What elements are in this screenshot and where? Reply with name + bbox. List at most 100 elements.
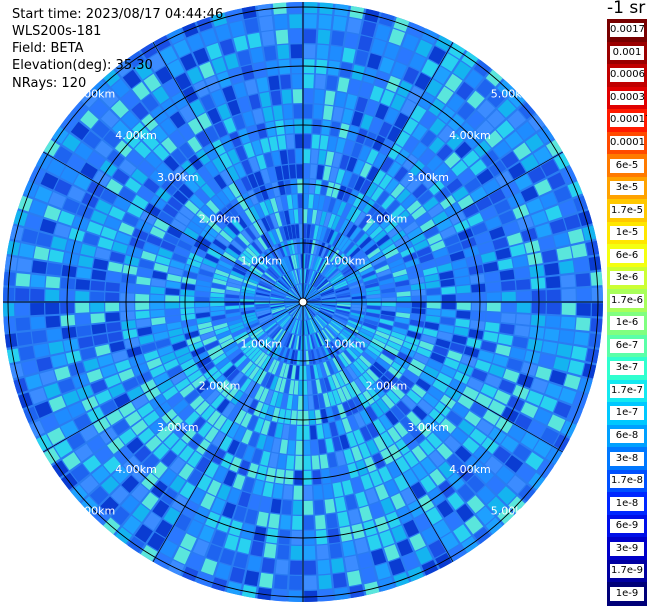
colorbar-tick-label: 0.0003 [610,90,645,105]
range-gate-cell [456,302,471,311]
range-gate-cell [316,544,329,560]
range-gate-cell [303,410,309,425]
range-ring-label: 2.00km [199,213,241,226]
colorbar-tick-label: 3e-9 [610,541,644,556]
range-gate-cell [16,258,33,273]
colorbar-tick-label: 1.7e-5 [610,203,644,218]
range-gate-cell [298,209,303,224]
range-ring-label: 4.00km [449,129,491,142]
colorbar-tick-label: 3e-7 [610,361,644,376]
range-ring-label: 5.00km [74,505,116,518]
range-gate-cell [311,455,320,470]
range-gate-cell [75,291,90,302]
range-gate-cell [75,302,90,313]
range-gate-cell [292,74,303,89]
range-gate-cell [315,514,326,530]
field-text: Field: BETA [12,41,84,56]
range-gate-cell [544,328,560,342]
colorbar-tick-label: 6e-6 [610,248,644,263]
range-gate-cell [284,119,294,134]
range-gate-cell [576,303,591,316]
colorbar-tick-label: 0.00017 [610,113,647,128]
range-gate-cell [46,262,62,276]
range-gate-cell [303,470,312,485]
range-gate-cell [261,30,275,46]
colorbar-tick-label: 0.0006 [610,68,645,83]
range-gate-cell [105,312,120,322]
range-gate-cell [120,302,135,311]
range-gate-cell [312,119,322,134]
range-gate-cell [120,293,135,302]
range-gate-cell [332,572,347,589]
range-gate-cell [486,312,501,322]
range-gate-cell [210,297,225,302]
range-gate-cell [486,302,501,312]
range-gate-cell [381,297,396,302]
range-gate-cell [546,303,561,315]
range-gate-cell [303,89,314,104]
range-gate-cell [303,194,309,209]
range-gate-cell [135,285,150,294]
range-gate-cell [317,29,331,45]
range-gate-cell [105,282,120,292]
range-gate-cell [30,274,46,288]
range-gate-cell [280,514,291,530]
range-ring-label: 2.00km [366,213,408,226]
range-ring-label: 2.00km [199,379,241,392]
range-gate-cell [312,470,322,485]
range-gate-cell [304,44,316,59]
range-gate-cell [297,194,303,209]
range-gate-cell [576,288,591,301]
range-ring-label: 4.00km [115,463,157,476]
range-gate-cell [277,544,290,560]
range-gate-cell [90,302,105,313]
range-gate-cell [303,179,309,194]
colorbar-tick-label: 0.001 [610,45,644,60]
range-gate-cell [561,303,576,316]
range-gate-cell [292,89,303,104]
range-gate-cell [135,310,150,319]
range-gate-cell [289,575,302,590]
range-gate-cell [45,315,61,328]
range-gate-cell [31,330,47,344]
range-gate-cell [314,500,325,515]
colorbar-tick-label: 0.0017 [610,23,645,38]
range-gate-cell [575,317,591,331]
range-gate-cell [259,572,274,589]
range-gate-cell [303,380,308,395]
range-gate-cell [544,262,560,276]
range-gate-cell [456,285,471,294]
range-gate-cell [297,410,303,425]
range-gate-cell [471,293,486,302]
range-gate-cell [15,317,31,331]
colorbar-tick-label: 6e-9 [610,519,644,534]
range-gate-cell [180,302,195,308]
range-ring-label: 1.00km [241,254,283,267]
range-gate-cell [290,545,302,560]
range-gate-cell [195,302,210,308]
range-gate-cell [261,558,275,574]
range-gate-cell [30,288,45,301]
range-gate-cell [545,315,561,328]
range-gate-cell [294,455,303,470]
colorbar-tick-label: 1.7e-8 [610,474,644,489]
range-gate-cell [573,331,590,346]
range-gate-cell [426,302,441,309]
colorbar-tick-label: 6e-5 [610,158,644,173]
range-ring-label: 3.00km [157,171,199,184]
range-gate-cell [331,30,345,46]
range-gate-cell [313,485,323,500]
range-gate-cell [46,328,62,342]
range-gate-cell [501,313,516,324]
range-gate-cell [289,29,302,44]
range-gate-cell [30,316,46,330]
range-gate-cell [296,164,303,179]
range-gate-cell [281,89,292,104]
range-gate-cell [298,380,303,395]
range-gate-cell [120,283,135,293]
range-gate-cell [501,302,516,313]
range-gate-cell [120,311,135,321]
range-gate-cell [263,45,277,61]
elevation-text: Elevation(deg): 35.30 [12,58,153,73]
start-time-text: Start time: 2023/08/17 04:44:46 [12,7,224,22]
